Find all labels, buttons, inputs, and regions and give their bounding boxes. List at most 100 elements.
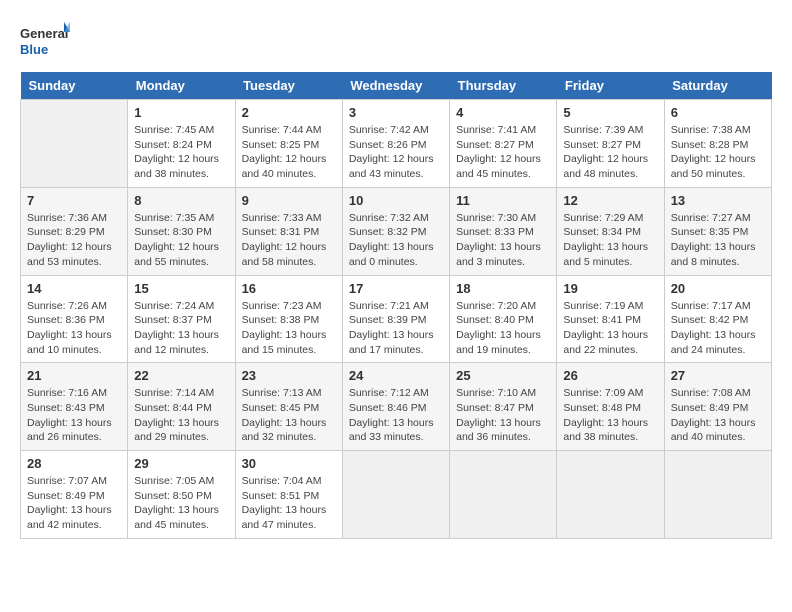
day-info: Sunrise: 7:35 AMSunset: 8:30 PMDaylight:… <box>134 211 228 270</box>
day-info: Sunrise: 7:38 AMSunset: 8:28 PMDaylight:… <box>671 123 765 182</box>
calendar-cell: 25 Sunrise: 7:10 AMSunset: 8:47 PMDayligh… <box>450 363 557 451</box>
calendar-cell: 5Sunrise: 7:39 AMSunset: 8:27 PMDaylight… <box>557 100 664 188</box>
day-number: 20 <box>671 281 765 296</box>
calendar-cell: 19 Sunrise: 7:19 AMSunset: 8:41 PMDayligh… <box>557 275 664 363</box>
calendar-cell <box>450 451 557 539</box>
day-info: Sunrise: 7:41 AMSunset: 8:27 PMDaylight:… <box>456 123 550 182</box>
logo-svg: General Blue <box>20 20 70 62</box>
calendar-week-row: 7 Sunrise: 7:36 AMSunset: 8:29 PMDaylight… <box>21 187 772 275</box>
calendar-cell: 20 Sunrise: 7:17 AMSunset: 8:42 PMDayligh… <box>664 275 771 363</box>
calendar-cell: 22Sunrise: 7:14 AMSunset: 8:44 PMDayligh… <box>128 363 235 451</box>
calendar-cell: 10 Sunrise: 7:32 AMSunset: 8:32 PMDayligh… <box>342 187 449 275</box>
calendar-cell: 11 Sunrise: 7:30 AMSunset: 8:33 PMDayligh… <box>450 187 557 275</box>
day-info: Sunrise: 7:44 AMSunset: 8:25 PMDaylight:… <box>242 123 336 182</box>
calendar-cell <box>21 100 128 188</box>
calendar-cell: 14Sunrise: 7:26 AMSunset: 8:36 PMDayligh… <box>21 275 128 363</box>
calendar-cell: 7 Sunrise: 7:36 AMSunset: 8:29 PMDaylight… <box>21 187 128 275</box>
svg-text:Blue: Blue <box>20 42 48 57</box>
day-info: Sunrise: 7:42 AMSunset: 8:26 PMDaylight:… <box>349 123 443 182</box>
calendar-day-header: Wednesday <box>342 72 449 100</box>
day-number: 16 <box>242 281 336 296</box>
day-info: Sunrise: 7:26 AMSunset: 8:36 PMDaylight:… <box>27 299 121 358</box>
day-number: 18 <box>456 281 550 296</box>
calendar-header-row: SundayMondayTuesdayWednesdayThursdayFrid… <box>21 72 772 100</box>
calendar-cell: 15 Sunrise: 7:24 AMSunset: 8:37 PMDayligh… <box>128 275 235 363</box>
svg-text:General: General <box>20 26 68 41</box>
day-info: Sunrise: 7:24 AMSunset: 8:37 PMDaylight:… <box>134 299 228 358</box>
day-info: Sunrise: 7:17 AMSunset: 8:42 PMDaylight:… <box>671 299 765 358</box>
day-number: 9 <box>242 193 336 208</box>
calendar-cell: 26Sunrise: 7:09 AMSunset: 8:48 PMDayligh… <box>557 363 664 451</box>
calendar-cell: 8 Sunrise: 7:35 AMSunset: 8:30 PMDaylight… <box>128 187 235 275</box>
day-info: Sunrise: 7:19 AMSunset: 8:41 PMDaylight:… <box>563 299 657 358</box>
day-number: 4 <box>456 105 550 120</box>
calendar-cell: 16Sunrise: 7:23 AMSunset: 8:38 PMDayligh… <box>235 275 342 363</box>
day-number: 17 <box>349 281 443 296</box>
day-info: Sunrise: 7:39 AMSunset: 8:27 PMDaylight:… <box>563 123 657 182</box>
day-number: 24 <box>349 368 443 383</box>
calendar-cell: 21Sunrise: 7:16 AMSunset: 8:43 PMDayligh… <box>21 363 128 451</box>
day-number: 26 <box>563 368 657 383</box>
day-info: Sunrise: 7:04 AMSunset: 8:51 PMDaylight:… <box>242 474 336 533</box>
day-number: 22 <box>134 368 228 383</box>
day-info: Sunrise: 7:13 AMSunset: 8:45 PMDaylight:… <box>242 386 336 445</box>
calendar-table: SundayMondayTuesdayWednesdayThursdayFrid… <box>20 72 772 539</box>
calendar-cell: 24 Sunrise: 7:12 AMSunset: 8:46 PMDayligh… <box>342 363 449 451</box>
calendar-day-header: Monday <box>128 72 235 100</box>
day-info: Sunrise: 7:36 AMSunset: 8:29 PMDaylight:… <box>27 211 121 270</box>
day-number: 15 <box>134 281 228 296</box>
day-number: 3 <box>349 105 443 120</box>
calendar-cell: 17 Sunrise: 7:21 AMSunset: 8:39 PMDayligh… <box>342 275 449 363</box>
calendar-cell: 29 Sunrise: 7:05 AMSunset: 8:50 PMDayligh… <box>128 451 235 539</box>
day-number: 25 <box>456 368 550 383</box>
calendar-cell: 2 Sunrise: 7:44 AMSunset: 8:25 PMDaylight… <box>235 100 342 188</box>
day-number: 6 <box>671 105 765 120</box>
calendar-day-header: Friday <box>557 72 664 100</box>
day-number: 19 <box>563 281 657 296</box>
day-number: 12 <box>563 193 657 208</box>
day-info: Sunrise: 7:21 AMSunset: 8:39 PMDaylight:… <box>349 299 443 358</box>
day-info: Sunrise: 7:33 AMSunset: 8:31 PMDaylight:… <box>242 211 336 270</box>
day-info: Sunrise: 7:07 AMSunset: 8:49 PMDaylight:… <box>27 474 121 533</box>
day-number: 2 <box>242 105 336 120</box>
day-info: Sunrise: 7:10 AMSunset: 8:47 PMDaylight:… <box>456 386 550 445</box>
day-number: 1 <box>134 105 228 120</box>
calendar-day-header: Saturday <box>664 72 771 100</box>
calendar-cell <box>557 451 664 539</box>
day-number: 13 <box>671 193 765 208</box>
day-info: Sunrise: 7:20 AMSunset: 8:40 PMDaylight:… <box>456 299 550 358</box>
calendar-day-header: Sunday <box>21 72 128 100</box>
logo: General Blue <box>20 20 70 62</box>
day-number: 28 <box>27 456 121 471</box>
day-number: 10 <box>349 193 443 208</box>
day-info: Sunrise: 7:08 AMSunset: 8:49 PMDaylight:… <box>671 386 765 445</box>
day-info: Sunrise: 7:32 AMSunset: 8:32 PMDaylight:… <box>349 211 443 270</box>
day-number: 7 <box>27 193 121 208</box>
calendar-cell: 28 Sunrise: 7:07 AMSunset: 8:49 PMDayligh… <box>21 451 128 539</box>
calendar-cell <box>664 451 771 539</box>
day-number: 11 <box>456 193 550 208</box>
day-info: Sunrise: 7:12 AMSunset: 8:46 PMDaylight:… <box>349 386 443 445</box>
calendar-cell: 27 Sunrise: 7:08 AMSunset: 8:49 PMDayligh… <box>664 363 771 451</box>
day-info: Sunrise: 7:05 AMSunset: 8:50 PMDaylight:… <box>134 474 228 533</box>
day-number: 27 <box>671 368 765 383</box>
calendar-cell: 6 Sunrise: 7:38 AMSunset: 8:28 PMDaylight… <box>664 100 771 188</box>
calendar-week-row: 1 Sunrise: 7:45 AMSunset: 8:24 PMDaylight… <box>21 100 772 188</box>
calendar-day-header: Thursday <box>450 72 557 100</box>
calendar-week-row: 21Sunrise: 7:16 AMSunset: 8:43 PMDayligh… <box>21 363 772 451</box>
day-number: 30 <box>242 456 336 471</box>
calendar-cell: 13 Sunrise: 7:27 AMSunset: 8:35 PMDayligh… <box>664 187 771 275</box>
calendar-cell: 3 Sunrise: 7:42 AMSunset: 8:26 PMDaylight… <box>342 100 449 188</box>
day-info: Sunrise: 7:27 AMSunset: 8:35 PMDaylight:… <box>671 211 765 270</box>
calendar-week-row: 28 Sunrise: 7:07 AMSunset: 8:49 PMDayligh… <box>21 451 772 539</box>
calendar-cell: 1 Sunrise: 7:45 AMSunset: 8:24 PMDaylight… <box>128 100 235 188</box>
page-header: General Blue <box>20 20 772 62</box>
calendar-cell: 9 Sunrise: 7:33 AMSunset: 8:31 PMDaylight… <box>235 187 342 275</box>
day-info: Sunrise: 7:45 AMSunset: 8:24 PMDaylight:… <box>134 123 228 182</box>
calendar-cell: 30 Sunrise: 7:04 AMSunset: 8:51 PMDayligh… <box>235 451 342 539</box>
day-info: Sunrise: 7:30 AMSunset: 8:33 PMDaylight:… <box>456 211 550 270</box>
day-number: 8 <box>134 193 228 208</box>
calendar-cell: 23Sunrise: 7:13 AMSunset: 8:45 PMDayligh… <box>235 363 342 451</box>
day-number: 29 <box>134 456 228 471</box>
day-info: Sunrise: 7:16 AMSunset: 8:43 PMDaylight:… <box>27 386 121 445</box>
